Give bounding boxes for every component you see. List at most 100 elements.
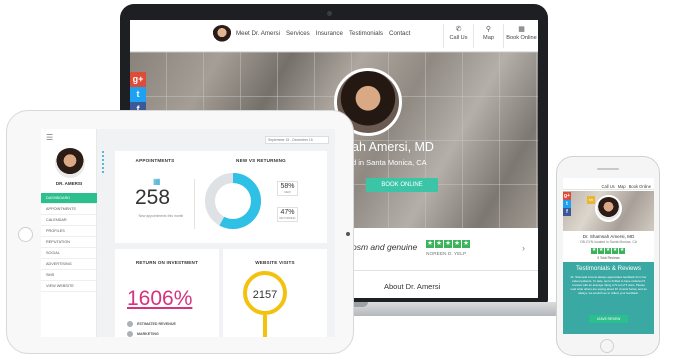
website-visits-count: 2157 xyxy=(252,289,278,301)
section-divider xyxy=(352,270,538,271)
star-icon: ★ xyxy=(462,240,470,248)
legend-estimated-revenue: ESTIMATED REVENUE xyxy=(127,321,176,327)
mobile-doctor-name: Dr. Shamsah Amersi, MD xyxy=(582,234,635,239)
website-visits-card: WEBSITE VISITS 2157 xyxy=(223,249,327,337)
mobile-doctor-portrait xyxy=(595,195,622,222)
hero-doctor-name: ah Amersi, MD xyxy=(352,140,434,154)
doctor-avatar xyxy=(55,148,85,178)
appointments-subtitle: New appointments this month xyxy=(138,214,184,218)
call-us-button[interactable]: ✆ Call Us xyxy=(443,24,473,48)
roi-title: RETURN ON INVESTMENT xyxy=(135,260,199,265)
nav-link-insurance[interactable]: Insurance xyxy=(316,30,343,37)
legend-dot xyxy=(127,321,133,327)
map-pin-icon: ⚲ xyxy=(485,26,492,33)
sidebar-item-appointments[interactable]: APPOINTMENTS xyxy=(41,204,97,215)
website-nav-bar: Meet Dr. Amersi Services Insurance Testi… xyxy=(130,20,538,52)
sidebar-item-sms[interactable]: SMS xyxy=(41,270,97,281)
legend-marketing: MARKETING xyxy=(127,331,159,337)
twitter-icon[interactable]: t xyxy=(563,200,571,208)
sidebar-item-social[interactable]: SOCIAL xyxy=(41,248,97,259)
dashboard-screen: ☰ DR. AMERSI DASHBOARD APPOINTMENTS CALE… xyxy=(41,129,335,337)
new-percentage-box: 58% NEW xyxy=(277,181,298,196)
mobile-nav: Call Us Map Book Online xyxy=(563,178,654,190)
tablet: ☰ DR. AMERSI DASHBOARD APPOINTMENTS CALE… xyxy=(6,110,354,354)
laptop-camera xyxy=(327,11,332,16)
testimonials-text: Dr. Shamsah Amersi always appreciates fe… xyxy=(570,275,647,295)
device-mockup-stage: Meet Dr. Amersi Services Insurance Testi… xyxy=(0,0,677,362)
star-icon: ★ xyxy=(444,240,452,248)
leave-review-button[interactable]: LEAVE REVIEW xyxy=(589,315,628,323)
sidebar-item-dashboard[interactable]: DASHBOARD xyxy=(41,193,97,204)
sidebar-item-advertising[interactable]: ADVERTISING xyxy=(41,259,97,270)
new-vs-returning-donut xyxy=(205,173,261,229)
total-reviews: 5 Total Reviews xyxy=(597,256,620,260)
phone: Call Us Map Book Online g+ t f 5/5 Dr. S… xyxy=(556,156,660,356)
star-icon: ★ xyxy=(605,248,611,254)
mobile-review-stars: ★ ★ ★ ★ ★ xyxy=(591,248,625,254)
date-range-picker[interactable]: September 15 - December 15 xyxy=(265,136,329,144)
appointments-card: APPOINTMENTS ▦ 258 New appointments this… xyxy=(115,151,327,243)
nav-link-contact[interactable]: Contact xyxy=(389,30,410,37)
pagination-dots xyxy=(102,151,105,175)
nav-link-testimonials[interactable]: Testimonials xyxy=(349,30,383,37)
visits-stem xyxy=(263,315,267,337)
google-plus-icon[interactable]: g+ xyxy=(563,192,571,200)
review-quote: osm and genuine xyxy=(352,242,418,252)
mobile-social-bar: g+ t f xyxy=(563,192,571,216)
calendar-icon: ▦ xyxy=(153,177,161,186)
map-label: Map xyxy=(483,35,494,41)
nav-link-meet[interactable]: Meet Dr. Amersi xyxy=(236,30,280,37)
call-us-label: Call Us xyxy=(449,35,468,41)
chevron-right-icon[interactable]: › xyxy=(522,243,525,253)
star-icon: ★ xyxy=(426,240,434,248)
book-online-button[interactable]: BOOK ONLINE xyxy=(366,178,438,192)
star-icon: ★ xyxy=(453,240,461,248)
review-stars: ★ ★ ★ ★ ★ xyxy=(426,240,470,248)
dashboard-sidebar: ☰ DR. AMERSI DASHBOARD APPOINTMENTS CALE… xyxy=(41,129,97,337)
calendar-icon: ▦ xyxy=(518,26,525,33)
map-button[interactable]: ⚲ Map xyxy=(473,24,503,48)
star-icon: ★ xyxy=(591,248,597,254)
nav-doctor-avatar[interactable] xyxy=(212,25,232,45)
hamburger-menu-icon[interactable]: ☰ xyxy=(46,133,53,142)
tablet-home-button xyxy=(18,227,33,242)
tablet-camera xyxy=(346,232,350,236)
nav-links: Meet Dr. Amersi Services Insurance Testi… xyxy=(236,30,410,37)
about-heading: About Dr. Amersi xyxy=(384,282,441,291)
returning-percentage: 47% xyxy=(280,209,295,216)
mobile-call-us[interactable]: Call Us xyxy=(602,178,615,189)
nav-actions: ✆ Call Us ⚲ Map ▦ Book Online xyxy=(443,24,538,48)
sidebar-item-calendar[interactable]: CALENDAR xyxy=(41,215,97,226)
twitter-icon[interactable]: t xyxy=(130,87,146,102)
star-icon: ★ xyxy=(435,240,443,248)
mobile-book-online[interactable]: Book Online xyxy=(629,178,651,189)
website-visits-title: WEBSITE VISITS xyxy=(255,260,295,265)
roi-card: RETURN ON INVESTMENT 1606% ESTIMATED REV… xyxy=(115,249,219,337)
testimonials-title: Testimonials & Reviews xyxy=(576,265,641,272)
appointments-count: 258 xyxy=(135,186,171,209)
visits-ring: 2157 xyxy=(243,271,287,315)
roi-value: 1606% xyxy=(127,287,193,310)
star-icon: ★ xyxy=(598,248,604,254)
returning-label: RETURNING xyxy=(279,217,296,220)
phone-screen: Call Us Map Book Online g+ t f 5/5 Dr. S… xyxy=(563,178,654,334)
hero-location: d in Santa Monica, CA xyxy=(352,158,427,167)
book-online-nav-button[interactable]: ▦ Book Online xyxy=(503,24,538,48)
sidebar-item-profiles[interactable]: PROFILES xyxy=(41,226,97,237)
phone-home-button xyxy=(600,339,614,353)
sidebar-item-view-website[interactable]: VIEW WEBSITE xyxy=(41,281,97,292)
new-label: NEW xyxy=(284,191,291,194)
testimonials-section: Testimonials & Reviews Dr. Shamsah Amers… xyxy=(563,262,654,334)
book-online-nav-label: Book Online xyxy=(506,35,537,41)
appointments-title: APPOINTMENTS xyxy=(135,158,175,163)
card-divider xyxy=(194,179,195,229)
review-author: NOREEN D. YELP xyxy=(426,252,467,257)
new-percentage: 58% xyxy=(280,183,295,190)
nav-link-services[interactable]: Services xyxy=(286,30,310,37)
mobile-map[interactable]: Map xyxy=(618,178,626,189)
facebook-icon[interactable]: f xyxy=(563,208,571,216)
google-plus-icon[interactable]: g+ xyxy=(130,72,146,87)
phone-speaker xyxy=(597,168,619,170)
sidebar-item-reputation[interactable]: REPUTATION xyxy=(41,237,97,248)
phone-icon: ✆ xyxy=(455,26,462,33)
